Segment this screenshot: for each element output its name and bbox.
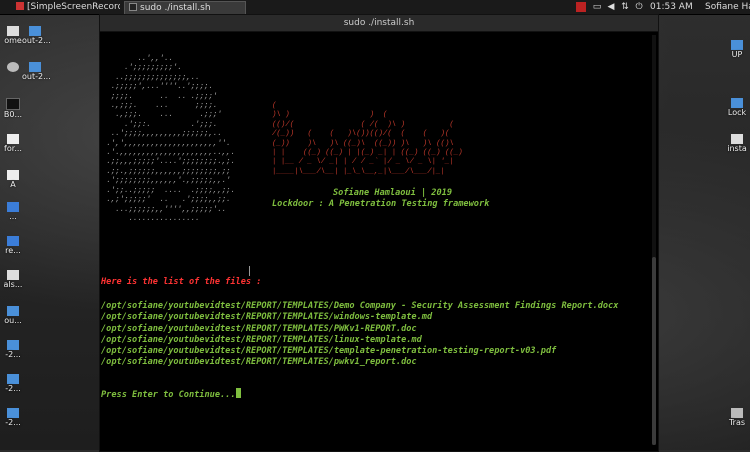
author-line: Sofiane Hamlaoui | 2019 [333,188,452,198]
network-icon[interactable]: ⇅ [620,2,630,12]
taskbar-item-screenrecorder[interactable]: [SimpleScreenRecorder] [12,1,120,13]
desktop-icon[interactable]: out-2... [22,62,51,81]
mouse-cursor-icon [249,266,252,276]
file-icon [7,26,19,36]
recording-icon[interactable] [576,2,586,12]
desktop-icon[interactable]: Tras [724,408,750,427]
folder-icon [731,40,743,50]
scrollbar-thumb[interactable] [652,257,656,445]
list-item: /opt/sofiane/youtubevidtest/REPORT/TEMPL… [101,334,422,345]
file-list-heading: Here is the list of the files : [101,277,262,287]
desktop-icon[interactable]: UP [724,40,750,59]
desktop-icon[interactable]: -2... [0,340,26,359]
taskbar-item-label: sudo ./install.sh [140,3,211,13]
monitor-icon[interactable]: ▭ [592,2,602,12]
document-icon [7,270,19,280]
trash-icon [731,408,743,418]
desktop-icon[interactable]: ou... [0,306,26,325]
document-icon [7,202,19,212]
desktop-icon[interactable]: for... [0,134,26,153]
video-file-icon [7,408,19,418]
document-icon [7,236,19,246]
video-file-icon [29,62,41,72]
taskbar-item-terminal[interactable]: sudo ./install.sh [124,1,246,15]
user-menu[interactable]: Sofiane Ham [705,0,750,14]
list-item: /opt/sofiane/youtubevidtest/REPORT/TEMPL… [101,357,417,368]
terminal-window[interactable]: sudo ./install.sh ..',,'.. .';;;;;;;;;'.… [99,14,659,452]
terminal-output[interactable]: ..',,'.. .';;;;;;;;;'. ..;;;;;;;;;;;;;;,… [100,32,650,451]
ascii-art-logo: ..',,'.. .';;;;;;;;;'. ..;;;;;;;;;;;;;;,… [106,55,236,223]
tagline: Lockdoor : A Penetration Testing framewo… [272,199,490,209]
folder-icon [731,98,743,108]
list-item: /opt/sofiane/youtubevidtest/REPORT/TEMPL… [101,346,557,357]
lockdoor-logo: ( )\ ) ) ( (()/( ( /( )\ ) ( /(_)) ( ( )… [272,102,463,176]
top-panel: [SimpleScreenRecorder] sudo ./install.sh… [0,0,750,15]
desktop-icon[interactable]: A [0,170,26,189]
power-icon[interactable]: ⏻ [634,2,644,12]
document-icon [7,134,19,144]
scrollbar[interactable] [652,35,656,445]
list-item: /opt/sofiane/youtubevidtest/REPORT/TEMPL… [101,312,433,323]
desktop-icon[interactable]: re... [0,236,26,255]
taskbar-item-label: [SimpleScreenRecorder] [27,2,120,12]
volume-icon[interactable]: ◀ [606,2,616,12]
prompt-text: Press Enter to Continue... [101,390,236,400]
image-file-icon [6,98,20,110]
continue-prompt[interactable]: Press Enter to Continue... [101,388,241,400]
recorder-icon [16,2,24,10]
list-item: /opt/sofiane/youtubevidtest/REPORT/TEMPL… [101,323,417,334]
terminal-icon [129,3,137,11]
desktop-icon[interactable]: B0... [0,98,26,119]
text-cursor [235,388,241,398]
video-file-icon [7,374,19,384]
desktop-icon[interactable]: -2... [0,408,26,427]
document-icon [7,306,19,316]
desktop-icon[interactable]: als... [0,270,26,289]
document-icon [7,170,19,180]
list-item: /opt/sofiane/youtubevidtest/REPORT/TEMPL… [101,301,619,311]
clock[interactable]: 01:53 AM [650,0,693,14]
window-title[interactable]: sudo ./install.sh [100,15,658,32]
video-file-icon [7,340,19,350]
file-list: /opt/sofiane/youtubevidtest/REPORT/TEMPL… [101,301,618,369]
settings-icon [7,62,19,72]
desktop-icon[interactable]: insta [724,134,750,153]
script-file-icon [731,134,743,144]
desktop-icon[interactable]: out-2... [22,26,51,45]
desktop-icon[interactable]: Lock [724,98,750,117]
desktop-icon[interactable]: ... [0,202,26,221]
desktop-icon[interactable]: -2... [0,374,26,393]
video-file-icon [29,26,41,36]
